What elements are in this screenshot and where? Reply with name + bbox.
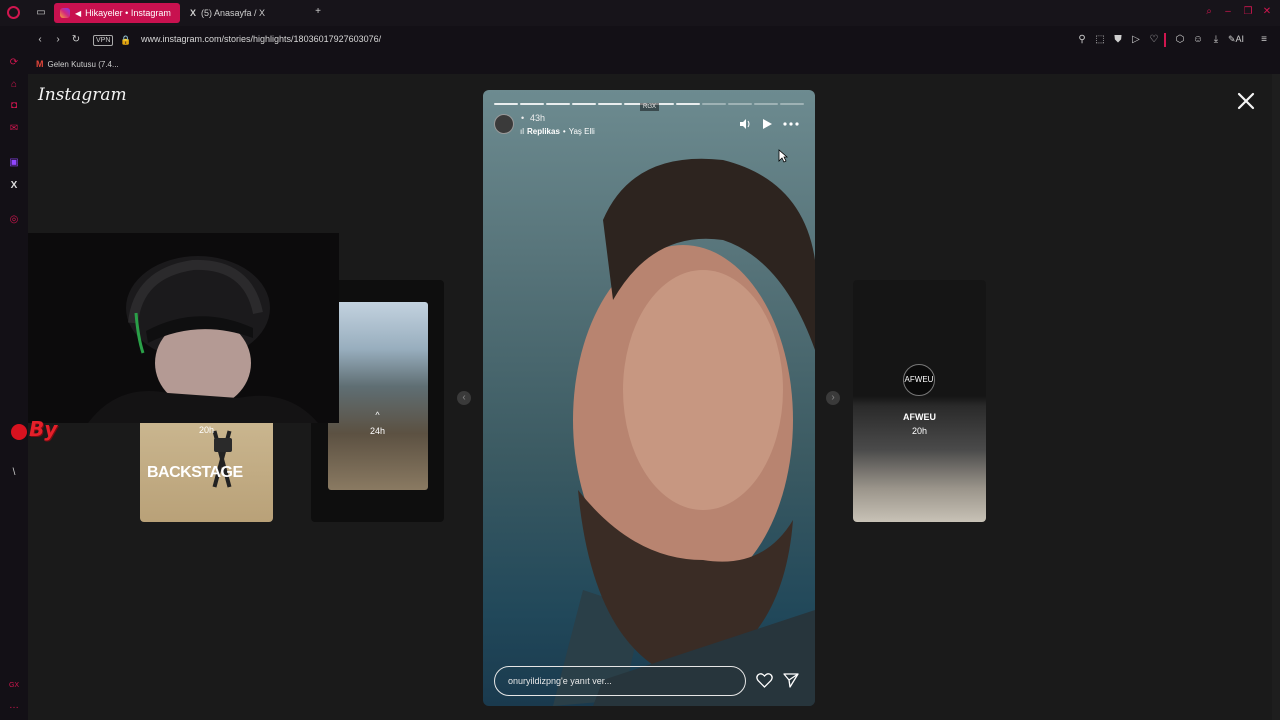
progress-segment xyxy=(520,103,544,105)
story-viewer[interactable] xyxy=(483,90,815,706)
tab-instagram[interactable]: ◀ Hikayeler • Instagram xyxy=(54,3,180,23)
side-story-time: 24h xyxy=(369,426,386,436)
webcam-person xyxy=(88,256,318,423)
story-photo xyxy=(553,158,815,706)
download-icon[interactable]: ⤓ xyxy=(1210,34,1222,46)
ai-button[interactable]: ✎AI xyxy=(1228,34,1244,45)
prev-story-button[interactable]: ‹ xyxy=(457,391,471,405)
gmail-icon: M xyxy=(36,59,44,69)
reply-input[interactable]: onuryildizpng'e yanıt ver... xyxy=(494,666,746,696)
instagram-icon[interactable]: ◘ xyxy=(8,100,20,112)
progress-segment xyxy=(572,103,596,105)
play-icon[interactable] xyxy=(761,118,773,130)
pin-icon[interactable]: ⚲ xyxy=(1076,34,1088,46)
webcam-overlay xyxy=(28,233,339,423)
avatar[interactable] xyxy=(494,114,514,134)
search-icon[interactable]: ⌕ xyxy=(1203,6,1215,18)
address-bar: ‹ › ↻ VPN 🔒 www.instagram.com/stories/hi… xyxy=(0,26,1280,54)
tab-x[interactable]: X (5) Anasayfa / X xyxy=(184,3,304,23)
mouse-cursor-icon xyxy=(778,149,788,163)
forward-icon[interactable]: › xyxy=(52,34,64,46)
lock-icon[interactable]: 🔒 xyxy=(120,34,132,46)
bag-icon[interactable]: ⌂ xyxy=(8,79,20,91)
toolbar-divider xyxy=(1164,33,1166,47)
next-story-button[interactable]: › xyxy=(826,391,840,405)
snapshot-icon[interactable]: ⬚ xyxy=(1094,34,1106,46)
maximize-icon[interactable]: ❐ xyxy=(1242,6,1254,18)
side-story-time: 20h xyxy=(911,426,928,436)
browser-sidebar: ⟳ ⌂ ◘ ✉ ▣ X ◎ \ GX … xyxy=(0,54,28,720)
more-icon[interactable]: … xyxy=(8,700,20,712)
more-options-icon[interactable] xyxy=(783,121,799,127)
heart-icon[interactable]: ♡ xyxy=(1148,34,1160,46)
like-icon[interactable] xyxy=(756,673,773,688)
webcam-logo: By xyxy=(11,417,57,441)
tab-overview-icon[interactable]: ▭ xyxy=(35,7,47,19)
extensions-icon[interactable]: ⬡ xyxy=(1174,34,1186,46)
story-bullet: • xyxy=(521,113,525,123)
close-window-icon[interactable]: ✕ xyxy=(1261,6,1273,18)
shield-icon[interactable]: ⛊ xyxy=(1112,34,1124,46)
music-artist: Replikas xyxy=(527,127,560,136)
new-tab-button[interactable]: + xyxy=(312,6,324,18)
music-sep: • xyxy=(562,127,566,136)
story-badge: RGX xyxy=(640,103,660,111)
side-story-time: 20h xyxy=(198,425,215,435)
instagram-favicon-icon xyxy=(60,8,70,18)
side-story-afweu[interactable]: AFWEU AFWEU 20h xyxy=(853,280,986,522)
minimize-icon[interactable]: – xyxy=(1222,6,1234,18)
story-thumbnail xyxy=(328,302,428,490)
back-icon[interactable]: ‹ xyxy=(34,34,46,46)
opera-logo-icon[interactable] xyxy=(7,6,20,19)
x-favicon-icon: X xyxy=(190,8,197,18)
volume-icon[interactable] xyxy=(739,118,751,130)
afweu-avatar: AFWEU xyxy=(903,364,935,396)
profile-icon[interactable]: ☺ xyxy=(1192,34,1204,46)
story-time: 43h xyxy=(530,113,546,123)
music-song: Yaş Elli xyxy=(568,127,595,136)
webcam-logo-text: By xyxy=(29,417,58,441)
player-icon[interactable]: ▷ xyxy=(1130,34,1142,46)
mail-icon[interactable]: ✉ xyxy=(8,123,20,135)
gx-logo[interactable]: GX xyxy=(7,680,21,692)
progress-segment xyxy=(598,103,622,105)
record-dot-icon xyxy=(11,424,27,440)
side-story-label: BACKSTAGE xyxy=(147,464,243,481)
tab-bar: ▭ ◀ Hikayeler • Instagram X (5) Anasayfa… xyxy=(0,0,1280,26)
progress-segment xyxy=(546,103,570,105)
progress-segment xyxy=(780,103,804,105)
music-row[interactable]: ıl Replikas • Yaş Elli xyxy=(520,127,595,136)
bookmarks-bar: M Gelen Kutusu (7.4... xyxy=(0,54,1280,74)
bookmark-label: Gelen Kutusu (7.4... xyxy=(47,59,119,69)
progress-segment xyxy=(494,103,518,105)
ai-label: AI xyxy=(1235,34,1245,44)
tab-label: Hikayeler • Instagram xyxy=(85,8,171,18)
progress-segment xyxy=(728,103,752,105)
scrollbar[interactable] xyxy=(1272,74,1280,720)
x-icon[interactable]: X xyxy=(8,180,20,192)
instagram-logo[interactable]: Instagram xyxy=(38,85,127,105)
url-field[interactable]: www.instagram.com/stories/highlights/180… xyxy=(141,34,741,44)
tab-label: (5) Anasayfa / X xyxy=(201,8,266,18)
twitch-icon[interactable]: ▣ xyxy=(8,157,20,169)
share-icon[interactable] xyxy=(783,673,799,688)
history-icon[interactable]: ⟳ xyxy=(8,57,20,69)
menu-icon[interactable]: ≡ xyxy=(1258,34,1270,46)
close-icon[interactable] xyxy=(1236,91,1256,111)
settings-icon[interactable]: ◎ xyxy=(8,214,20,226)
progress-segment xyxy=(676,103,700,105)
side-story-label: AFWEU xyxy=(903,412,936,422)
reload-icon[interactable]: ↻ xyxy=(70,34,82,46)
bookmark-gmail[interactable]: M Gelen Kutusu (7.4... xyxy=(36,59,119,69)
progress-segment xyxy=(754,103,778,105)
music-bars-icon: ıl xyxy=(520,127,524,136)
progress-segment xyxy=(702,103,726,105)
vpn-badge[interactable]: VPN xyxy=(93,35,114,46)
sidebar-mark: \ xyxy=(12,467,16,478)
speaker-icon[interactable]: ◀ xyxy=(75,9,81,18)
